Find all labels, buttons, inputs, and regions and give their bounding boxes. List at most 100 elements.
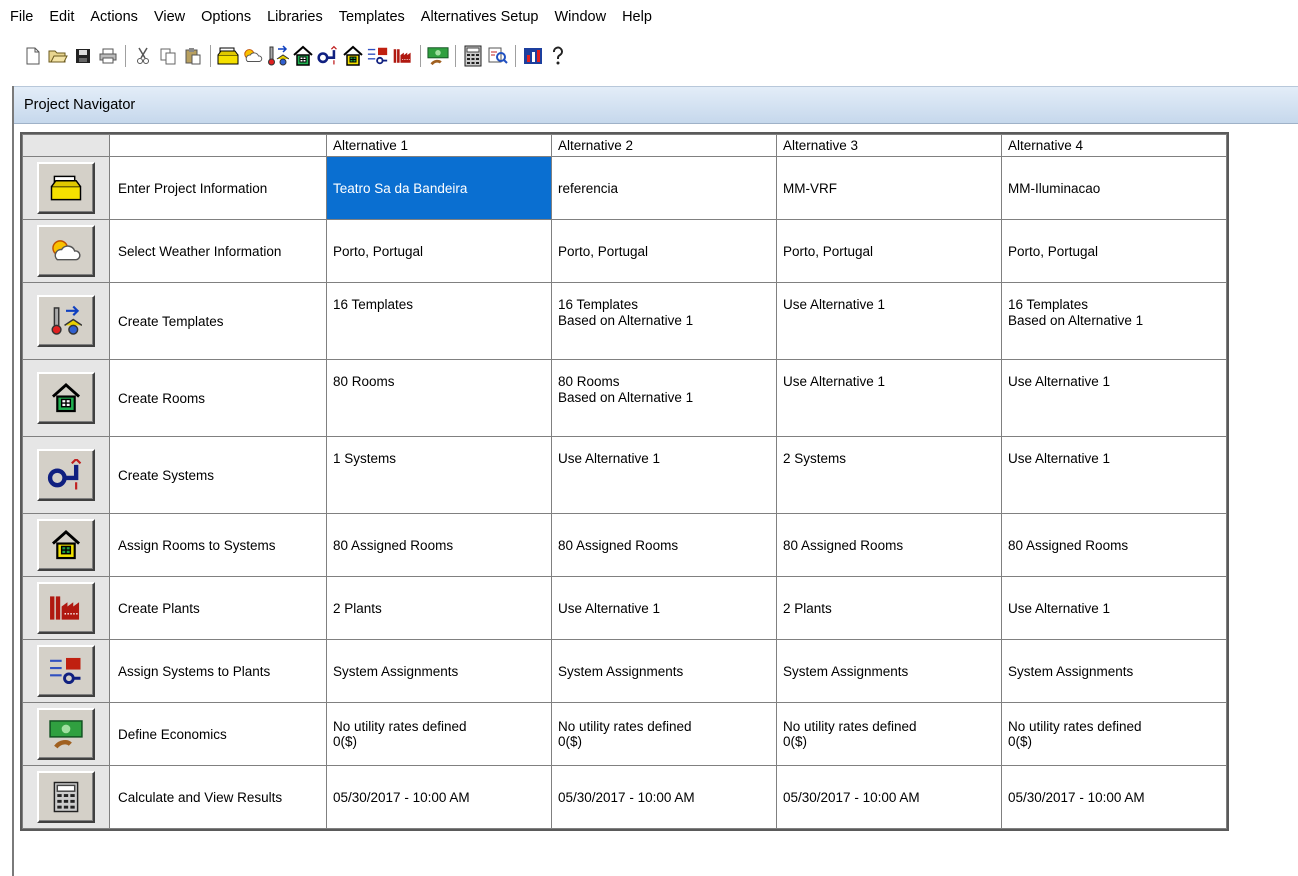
grid-cell[interactable]: Use Alternative 1 xyxy=(551,576,777,640)
calculator-button[interactable] xyxy=(37,771,95,823)
grid-cell[interactable]: Porto, Portugal xyxy=(326,219,552,283)
assign-systems-button[interactable] xyxy=(37,645,95,697)
column-header-alternative-4[interactable]: Alternative 4 xyxy=(1001,134,1227,157)
grid-cell[interactable]: Use Alternative 1 xyxy=(1001,576,1227,640)
open-folder-icon[interactable] xyxy=(47,45,69,67)
grid-cell[interactable]: No utility rates defined 0($) xyxy=(776,702,1002,766)
economics-button[interactable] xyxy=(37,708,95,760)
economics-icon xyxy=(49,718,84,750)
save-icon[interactable] xyxy=(72,45,94,67)
grid-cell[interactable]: Use Alternative 1 xyxy=(1001,359,1227,437)
column-header-alternative-3[interactable]: Alternative 3 xyxy=(776,134,1002,157)
print-icon[interactable] xyxy=(97,45,119,67)
grid-cell[interactable]: referencia xyxy=(551,156,777,220)
row-label: Select Weather Information xyxy=(109,219,327,283)
toolbar-separator xyxy=(125,45,126,67)
grid-cell[interactable]: 05/30/2017 - 10:00 AM xyxy=(1001,765,1227,829)
weather-icon xyxy=(49,237,84,266)
row-icon-cell xyxy=(22,576,110,640)
paste-icon[interactable] xyxy=(182,45,204,67)
systems-icon[interactable] xyxy=(317,45,339,67)
menu-templates[interactable]: Templates xyxy=(331,0,413,34)
cut-icon[interactable] xyxy=(132,45,154,67)
chart-icon[interactable] xyxy=(522,45,544,67)
grid-cell[interactable]: MM-Iluminacao xyxy=(1001,156,1227,220)
cell-text: 80 Assigned Rooms xyxy=(1008,537,1129,553)
grid-cell[interactable]: Use Alternative 1 xyxy=(776,359,1002,437)
grid-cell[interactable]: 80 Assigned Rooms xyxy=(326,513,552,577)
weather-icon[interactable] xyxy=(242,45,264,67)
grid-cell[interactable]: 05/30/2017 - 10:00 AM xyxy=(551,765,777,829)
project-info-icon[interactable] xyxy=(217,45,239,67)
grid-cell[interactable]: Porto, Portugal xyxy=(551,219,777,283)
grid-cell[interactable]: Use Alternative 1 xyxy=(551,436,777,514)
cell-text: 16 Templates xyxy=(333,297,414,312)
grid-cell[interactable]: No utility rates defined 0($) xyxy=(1001,702,1227,766)
grid-cell[interactable]: System Assignments xyxy=(776,639,1002,703)
grid-cell[interactable]: MM-VRF xyxy=(776,156,1002,220)
row-label: Create Plants xyxy=(109,576,327,640)
grid-cell[interactable]: System Assignments xyxy=(326,639,552,703)
menu-libraries[interactable]: Libraries xyxy=(259,0,331,34)
row-icon-cell xyxy=(22,765,110,829)
new-file-icon[interactable] xyxy=(22,45,44,67)
help-icon[interactable] xyxy=(547,45,569,67)
cell-text: Use Alternative 1 xyxy=(1008,451,1111,466)
grid-cell[interactable]: System Assignments xyxy=(551,639,777,703)
reports-icon[interactable] xyxy=(487,45,509,67)
plants-icon[interactable] xyxy=(392,45,414,67)
row-label: Enter Project Information xyxy=(109,156,327,220)
grid-cell[interactable]: 16 Templates Based on Alternative 1 xyxy=(551,282,777,360)
grid-cell[interactable]: 05/30/2017 - 10:00 AM xyxy=(326,765,552,829)
rooms-button[interactable] xyxy=(37,372,95,424)
grid-cell[interactable]: 05/30/2017 - 10:00 AM xyxy=(776,765,1002,829)
cell-text: System Assignments xyxy=(558,663,684,679)
grid-cell[interactable]: Porto, Portugal xyxy=(1001,219,1227,283)
assign-systems-icon[interactable] xyxy=(367,45,389,67)
toolbar-separator xyxy=(515,45,516,67)
grid-cell[interactable]: No utility rates defined 0($) xyxy=(551,702,777,766)
grid-cell[interactable]: 2 Plants xyxy=(326,576,552,640)
menu-alternatives-setup[interactable]: Alternatives Setup xyxy=(413,0,547,34)
grid-cell[interactable]: Teatro Sa da Bandeira xyxy=(326,156,552,220)
grid-cell[interactable]: 16 Templates xyxy=(326,282,552,360)
grid-cell[interactable]: 80 Assigned Rooms xyxy=(551,513,777,577)
grid-cell[interactable]: System Assignments xyxy=(1001,639,1227,703)
table-row: Assign Rooms to Systems 80 Assigned Rooms… xyxy=(22,513,1227,577)
templates-icon[interactable] xyxy=(267,45,289,67)
grid-cell[interactable]: 80 Assigned Rooms xyxy=(776,513,1002,577)
menu-view[interactable]: View xyxy=(146,0,193,34)
plants-button[interactable] xyxy=(37,582,95,634)
grid-cell[interactable]: 2 Systems xyxy=(776,436,1002,514)
systems-button[interactable] xyxy=(37,449,95,501)
templates-button[interactable] xyxy=(37,295,95,347)
cell-text: 80 Assigned Rooms xyxy=(558,537,679,553)
rooms-icon[interactable] xyxy=(292,45,314,67)
grid-cell[interactable]: 80 Rooms xyxy=(326,359,552,437)
menu-options[interactable]: Options xyxy=(193,0,259,34)
column-header-alternative-1[interactable]: Alternative 1 xyxy=(326,134,552,157)
grid-cell[interactable]: No utility rates defined 0($) xyxy=(326,702,552,766)
grid-cell[interactable]: Use Alternative 1 xyxy=(776,282,1002,360)
assign-rooms-button[interactable] xyxy=(37,519,95,571)
economics-icon[interactable] xyxy=(427,45,449,67)
calculator-icon[interactable] xyxy=(462,45,484,67)
assign-rooms-icon[interactable] xyxy=(342,45,364,67)
cell-text: 2 Plants xyxy=(333,600,382,616)
copy-icon[interactable] xyxy=(157,45,179,67)
grid-cell[interactable]: Porto, Portugal xyxy=(776,219,1002,283)
menu-actions[interactable]: Actions xyxy=(82,0,146,34)
menu-edit[interactable]: Edit xyxy=(41,0,82,34)
grid-cell[interactable]: 80 Rooms Based on Alternative 1 xyxy=(551,359,777,437)
menu-file[interactable]: File xyxy=(2,0,41,34)
grid-cell[interactable]: Use Alternative 1 xyxy=(1001,436,1227,514)
grid-cell[interactable]: 16 Templates Based on Alternative 1 xyxy=(1001,282,1227,360)
weather-button[interactable] xyxy=(37,225,95,277)
grid-cell[interactable]: 80 Assigned Rooms xyxy=(1001,513,1227,577)
menu-help[interactable]: Help xyxy=(614,0,660,34)
grid-cell[interactable]: 2 Plants xyxy=(776,576,1002,640)
project-info-button[interactable] xyxy=(37,162,95,214)
column-header-alternative-2[interactable]: Alternative 2 xyxy=(551,134,777,157)
menu-window[interactable]: Window xyxy=(546,0,614,34)
grid-cell[interactable]: 1 Systems xyxy=(326,436,552,514)
